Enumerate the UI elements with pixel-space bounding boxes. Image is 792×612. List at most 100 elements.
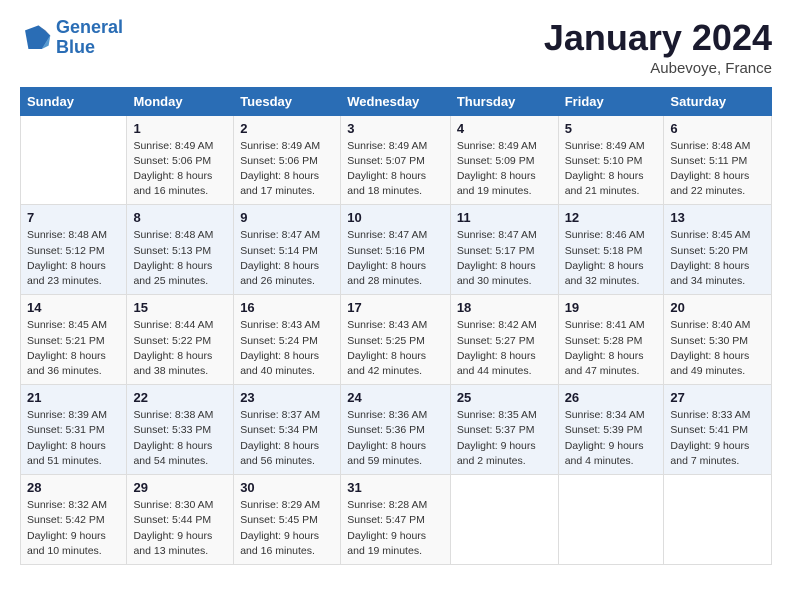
calendar-cell: 30Sunrise: 8:29 AMSunset: 5:45 PMDayligh…: [234, 475, 341, 565]
calendar-cell: 2 Sunrise: 8:49 AMSunset: 5:06 PMDaylight…: [234, 115, 341, 205]
day-number: 4: [457, 121, 552, 136]
title-block: January 2024 Aubevoye, France: [544, 18, 772, 77]
calendar-cell: 19 Sunrise: 8:41 AMSunset: 5:28 PMDayligh…: [558, 295, 664, 385]
day-number: 11: [457, 210, 552, 225]
weekday-header: Monday: [127, 87, 234, 115]
day-info: Sunrise: 8:46 AMSunset: 5:18 PMDaylight:…: [565, 228, 658, 289]
calendar-body: 1 Sunrise: 8:49 AMSunset: 5:06 PMDaylight…: [21, 115, 772, 564]
day-info: Sunrise: 8:47 AMSunset: 5:17 PMDaylight:…: [457, 228, 552, 289]
calendar-cell: 1 Sunrise: 8:49 AMSunset: 5:06 PMDaylight…: [127, 115, 234, 205]
calendar-cell: 3 Sunrise: 8:49 AMSunset: 5:07 PMDaylight…: [341, 115, 451, 205]
logo-icon: [20, 22, 52, 54]
day-info: Sunrise: 8:33 AMSunset: 5:41 PMDaylight:…: [670, 408, 765, 469]
calendar-cell: 27 Sunrise: 8:33 AMSunset: 5:41 PMDayligh…: [664, 385, 772, 475]
day-number: 18: [457, 300, 552, 315]
day-number: 5: [565, 121, 658, 136]
weekday-header: Thursday: [450, 87, 558, 115]
logo: General Blue: [20, 18, 123, 58]
day-info: Sunrise: 8:37 AMSunset: 5:34 PMDaylight:…: [240, 408, 334, 469]
day-info: Sunrise: 8:30 AMSunset: 5:44 PMDaylight:…: [133, 498, 227, 559]
day-number: 14: [27, 300, 120, 315]
day-info: Sunrise: 8:40 AMSunset: 5:30 PMDaylight:…: [670, 318, 765, 379]
calendar-week-row: 7 Sunrise: 8:48 AMSunset: 5:12 PMDaylight…: [21, 205, 772, 295]
day-info: Sunrise: 8:43 AMSunset: 5:24 PMDaylight:…: [240, 318, 334, 379]
day-number: 31: [347, 480, 444, 495]
day-info: Sunrise: 8:44 AMSunset: 5:22 PMDaylight:…: [133, 318, 227, 379]
calendar-cell: 10Sunrise: 8:47 AMSunset: 5:16 PMDayligh…: [341, 205, 451, 295]
calendar-cell: [664, 475, 772, 565]
calendar-cell: 6Sunrise: 8:48 AMSunset: 5:11 PMDaylight…: [664, 115, 772, 205]
weekday-header: Tuesday: [234, 87, 341, 115]
day-info: Sunrise: 8:43 AMSunset: 5:25 PMDaylight:…: [347, 318, 444, 379]
calendar-week-row: 28 Sunrise: 8:32 AMSunset: 5:42 PMDayligh…: [21, 475, 772, 565]
day-info: Sunrise: 8:47 AMSunset: 5:14 PMDaylight:…: [240, 228, 334, 289]
calendar-cell: 7 Sunrise: 8:48 AMSunset: 5:12 PMDaylight…: [21, 205, 127, 295]
day-info: Sunrise: 8:49 AMSunset: 5:06 PMDaylight:…: [133, 139, 227, 200]
calendar-cell: 22 Sunrise: 8:38 AMSunset: 5:33 PMDayligh…: [127, 385, 234, 475]
day-number: 24: [347, 390, 444, 405]
calendar-cell: 25Sunrise: 8:35 AMSunset: 5:37 PMDayligh…: [450, 385, 558, 475]
calendar-table: SundayMondayTuesdayWednesdayThursdayFrid…: [20, 87, 772, 565]
day-number: 9: [240, 210, 334, 225]
calendar-cell: [450, 475, 558, 565]
calendar-cell: [558, 475, 664, 565]
day-info: Sunrise: 8:48 AMSunset: 5:12 PMDaylight:…: [27, 228, 120, 289]
calendar-cell: 18 Sunrise: 8:42 AMSunset: 5:27 PMDayligh…: [450, 295, 558, 385]
day-info: Sunrise: 8:45 AMSunset: 5:20 PMDaylight:…: [670, 228, 765, 289]
day-number: 13: [670, 210, 765, 225]
calendar-cell: 14Sunrise: 8:45 AMSunset: 5:21 PMDayligh…: [21, 295, 127, 385]
logo-blue: Blue: [56, 37, 95, 57]
day-info: Sunrise: 8:49 AMSunset: 5:06 PMDaylight:…: [240, 139, 334, 200]
day-number: 8: [133, 210, 227, 225]
day-info: Sunrise: 8:28 AMSunset: 5:47 PMDaylight:…: [347, 498, 444, 559]
day-info: Sunrise: 8:41 AMSunset: 5:28 PMDaylight:…: [565, 318, 658, 379]
location: Aubevoye, France: [544, 60, 772, 77]
calendar-cell: [21, 115, 127, 205]
day-number: 3: [347, 121, 444, 136]
calendar-cell: 17Sunrise: 8:43 AMSunset: 5:25 PMDayligh…: [341, 295, 451, 385]
day-info: Sunrise: 8:39 AMSunset: 5:31 PMDaylight:…: [27, 408, 120, 469]
calendar-cell: 24 Sunrise: 8:36 AMSunset: 5:36 PMDayligh…: [341, 385, 451, 475]
day-number: 20: [670, 300, 765, 315]
day-info: Sunrise: 8:48 AMSunset: 5:11 PMDaylight:…: [670, 139, 765, 200]
calendar-cell: 21Sunrise: 8:39 AMSunset: 5:31 PMDayligh…: [21, 385, 127, 475]
calendar-week-row: 14Sunrise: 8:45 AMSunset: 5:21 PMDayligh…: [21, 295, 772, 385]
day-number: 27: [670, 390, 765, 405]
day-number: 7: [27, 210, 120, 225]
day-info: Sunrise: 8:36 AMSunset: 5:36 PMDaylight:…: [347, 408, 444, 469]
weekday-header: Sunday: [21, 87, 127, 115]
day-info: Sunrise: 8:49 AMSunset: 5:07 PMDaylight:…: [347, 139, 444, 200]
day-info: Sunrise: 8:38 AMSunset: 5:33 PMDaylight:…: [133, 408, 227, 469]
day-info: Sunrise: 8:49 AMSunset: 5:10 PMDaylight:…: [565, 139, 658, 200]
day-info: Sunrise: 8:35 AMSunset: 5:37 PMDaylight:…: [457, 408, 552, 469]
calendar-cell: 28 Sunrise: 8:32 AMSunset: 5:42 PMDayligh…: [21, 475, 127, 565]
day-info: Sunrise: 8:47 AMSunset: 5:16 PMDaylight:…: [347, 228, 444, 289]
day-number: 26: [565, 390, 658, 405]
calendar-header: SundayMondayTuesdayWednesdayThursdayFrid…: [21, 87, 772, 115]
day-number: 30: [240, 480, 334, 495]
day-number: 2: [240, 121, 334, 136]
header: General Blue January 2024 Aubevoye, Fran…: [20, 18, 772, 77]
day-number: 16: [240, 300, 334, 315]
calendar-cell: 23 Sunrise: 8:37 AMSunset: 5:34 PMDayligh…: [234, 385, 341, 475]
day-info: Sunrise: 8:32 AMSunset: 5:42 PMDaylight:…: [27, 498, 120, 559]
logo-text: General Blue: [56, 18, 123, 58]
logo-general: General: [56, 17, 123, 37]
day-number: 22: [133, 390, 227, 405]
day-number: 23: [240, 390, 334, 405]
weekday-header: Wednesday: [341, 87, 451, 115]
day-info: Sunrise: 8:48 AMSunset: 5:13 PMDaylight:…: [133, 228, 227, 289]
day-number: 15: [133, 300, 227, 315]
weekday-header: Friday: [558, 87, 664, 115]
page: General Blue January 2024 Aubevoye, Fran…: [0, 0, 792, 612]
day-number: 28: [27, 480, 120, 495]
day-info: Sunrise: 8:49 AMSunset: 5:09 PMDaylight:…: [457, 139, 552, 200]
day-number: 19: [565, 300, 658, 315]
calendar-cell: 11 Sunrise: 8:47 AMSunset: 5:17 PMDayligh…: [450, 205, 558, 295]
day-info: Sunrise: 8:42 AMSunset: 5:27 PMDaylight:…: [457, 318, 552, 379]
calendar-cell: 13 Sunrise: 8:45 AMSunset: 5:20 PMDayligh…: [664, 205, 772, 295]
day-number: 29: [133, 480, 227, 495]
day-info: Sunrise: 8:34 AMSunset: 5:39 PMDaylight:…: [565, 408, 658, 469]
calendar-cell: 5 Sunrise: 8:49 AMSunset: 5:10 PMDaylight…: [558, 115, 664, 205]
day-number: 1: [133, 121, 227, 136]
